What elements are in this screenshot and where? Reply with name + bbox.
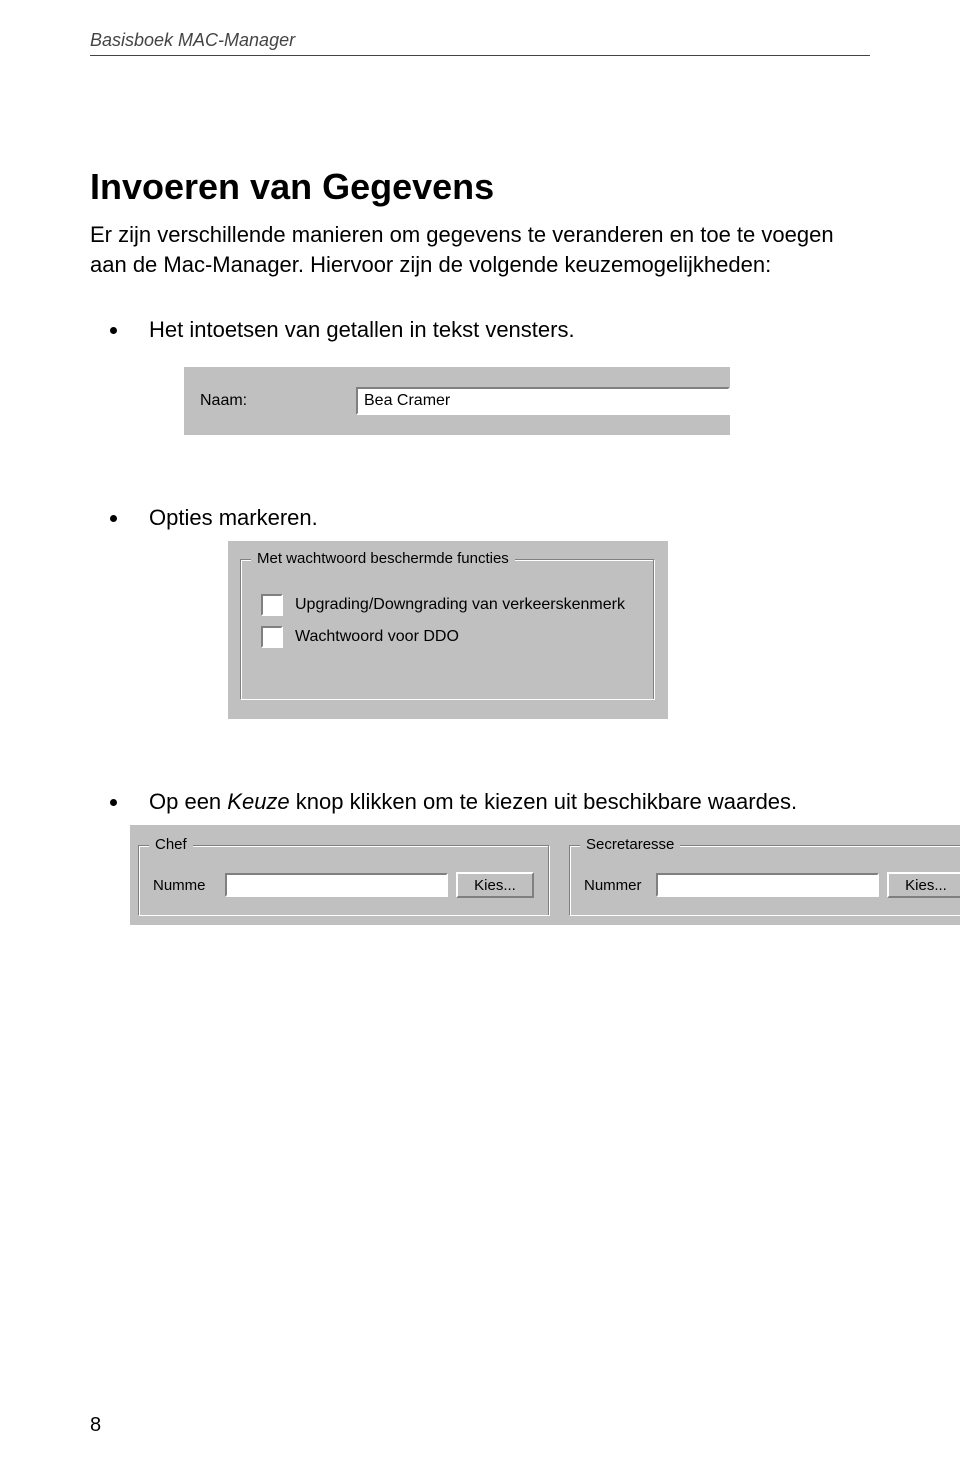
- secretaresse-number-label: Nummer: [584, 877, 648, 894]
- chef-legend: Chef: [149, 836, 193, 853]
- name-label: Naam:: [200, 392, 356, 410]
- chef-number-input[interactable]: [225, 873, 448, 897]
- header-divider: [90, 55, 870, 56]
- secretaresse-group: Secretaresse Nummer Kies...: [569, 845, 960, 915]
- bullet-dot-icon: [110, 799, 117, 806]
- checkbox-label: Upgrading/Downgrading van verkeerskenmer…: [295, 596, 625, 614]
- password-protected-group: Met wachtwoord beschermde functies Upgra…: [240, 559, 654, 699]
- checkbox-row: Wachtwoord voor DDO: [261, 626, 639, 648]
- secretaresse-number-input[interactable]: [656, 873, 879, 897]
- secretaresse-legend: Secretaresse: [580, 836, 680, 853]
- checkbox-row: Upgrading/Downgrading van verkeerskenmer…: [261, 594, 639, 616]
- name-field-screenshot: Naam:: [184, 367, 730, 435]
- bullet-item: Opties markeren.: [110, 505, 870, 531]
- bullet-dot-icon: [110, 327, 117, 334]
- chef-group: Chef Numme Kies...: [138, 845, 549, 915]
- keuze-screenshot: Chef Numme Kies... Secretaresse Nummer K…: [130, 825, 960, 925]
- checkbox-screenshot: Met wachtwoord beschermde functies Upgra…: [228, 541, 668, 719]
- page-number: 8: [90, 1414, 101, 1437]
- bullet-text: Opties markeren.: [149, 505, 870, 531]
- bullet-text-pre: Op een: [149, 789, 227, 814]
- document-page: Basisboek MAC-Manager Invoeren van Gegev…: [0, 0, 960, 1467]
- bullet-item: Het intoetsen van getallen in tekst vens…: [110, 317, 870, 343]
- bullet-dot-icon: [110, 515, 117, 522]
- group-legend: Met wachtwoord beschermde functies: [251, 550, 515, 567]
- bullet-text: Het intoetsen van getallen in tekst vens…: [149, 317, 870, 343]
- intro-paragraph: Er zijn verschillende manieren om gegeve…: [90, 220, 870, 279]
- checkbox-ddo[interactable]: [261, 626, 283, 648]
- bullet-item: Op een Keuze knop klikken om te kiezen u…: [110, 789, 870, 815]
- secretaresse-kies-button[interactable]: Kies...: [887, 872, 960, 898]
- name-input[interactable]: [356, 387, 730, 415]
- chef-number-label: Numme: [153, 877, 217, 894]
- bullet-text-post: knop klikken om te kiezen uit beschikbar…: [290, 789, 797, 814]
- bullet-text-italic: Keuze: [227, 789, 289, 814]
- checkbox-upgrading[interactable]: [261, 594, 283, 616]
- running-header: Basisboek MAC-Manager: [90, 30, 870, 51]
- page-title: Invoeren van Gegevens: [90, 166, 870, 208]
- chef-kies-button[interactable]: Kies...: [456, 872, 534, 898]
- bullet-text: Op een Keuze knop klikken om te kiezen u…: [149, 789, 870, 815]
- checkbox-label: Wachtwoord voor DDO: [295, 628, 459, 646]
